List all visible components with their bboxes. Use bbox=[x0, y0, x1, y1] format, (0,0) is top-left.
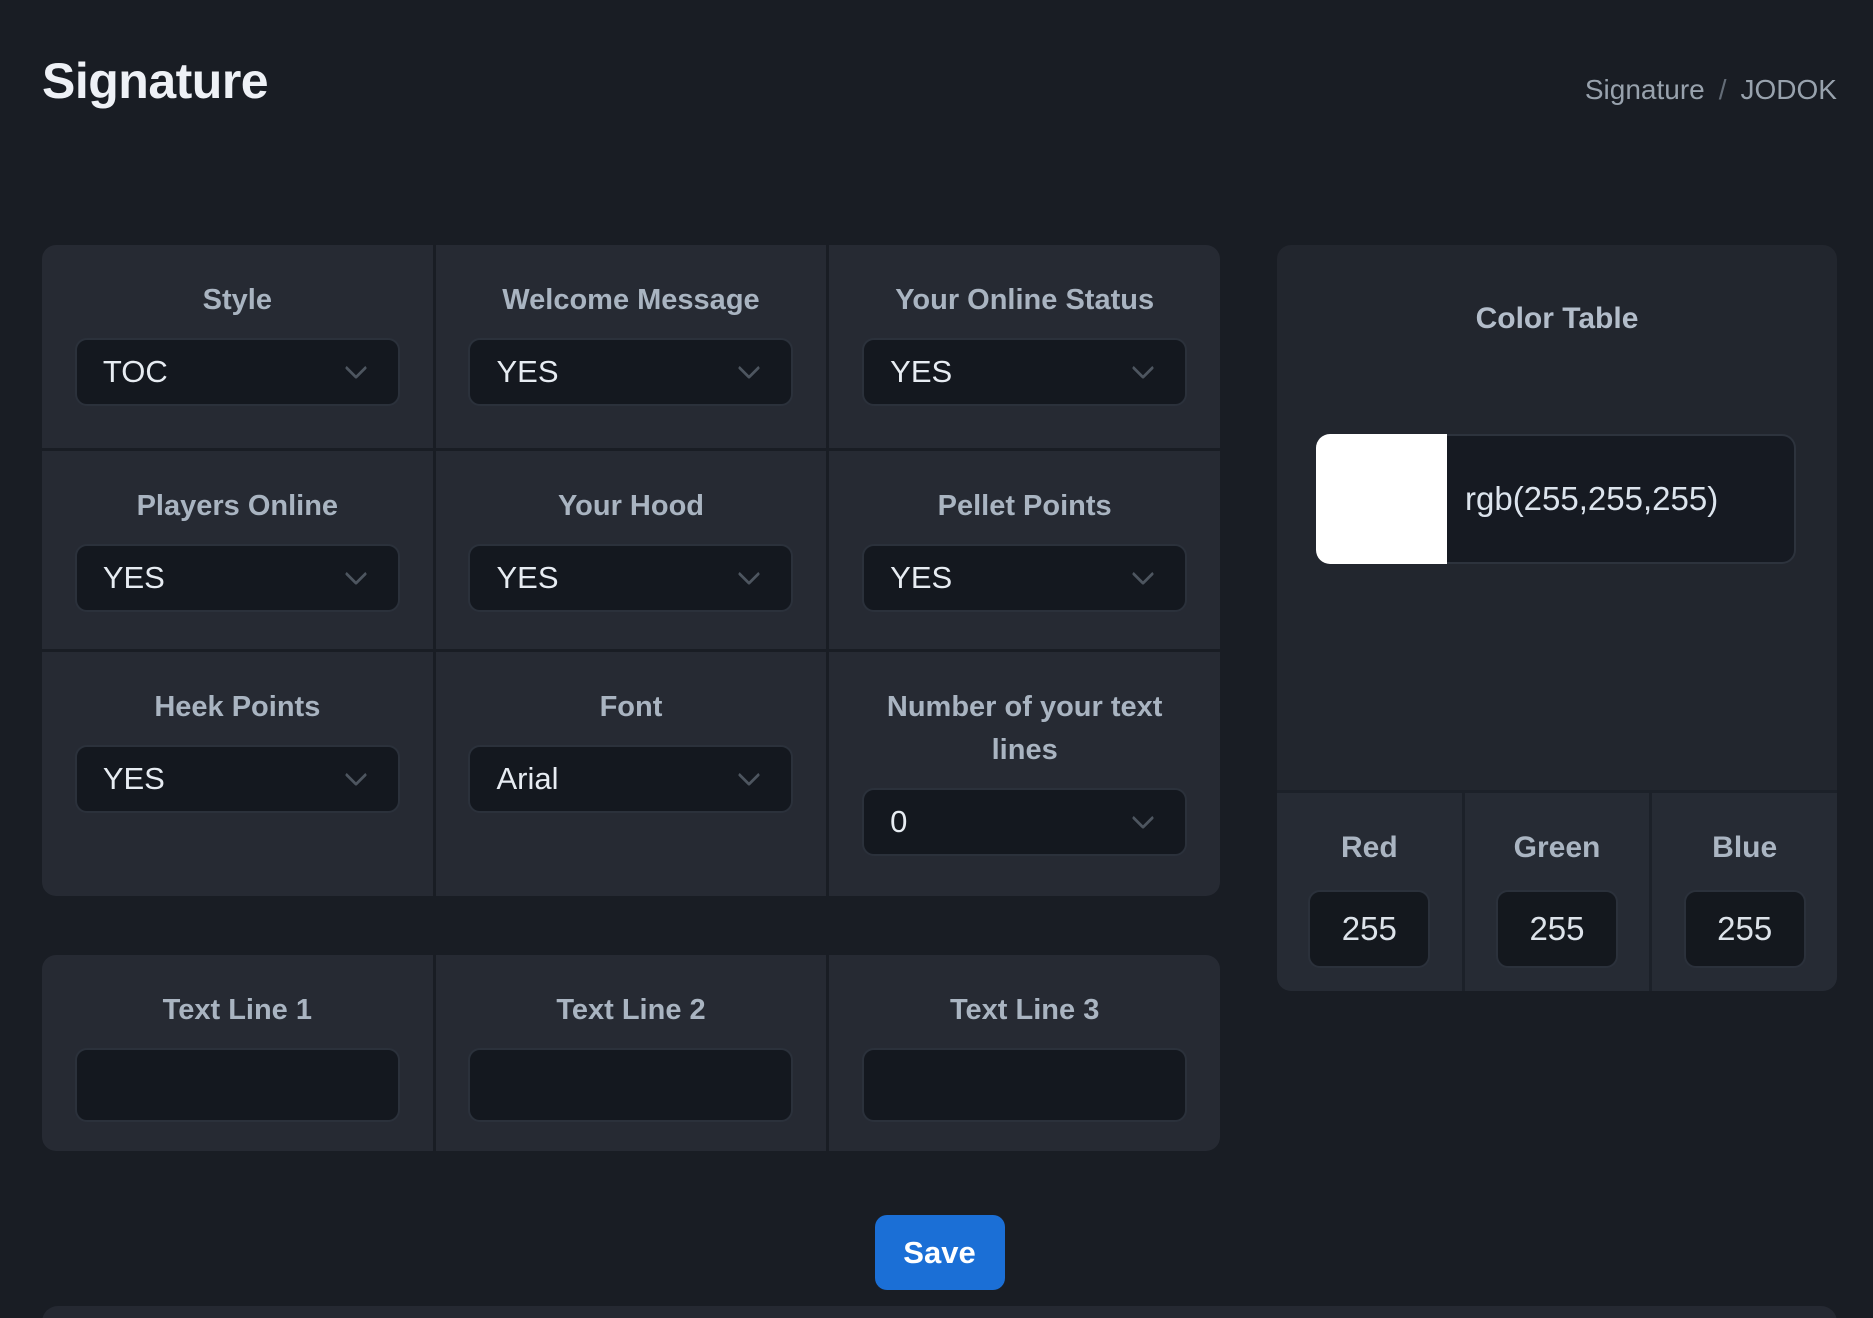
page-header: Signature Signature / JODOK bbox=[42, 52, 1837, 110]
chevron-down-icon bbox=[345, 357, 368, 380]
field-welcome-message: Welcome Message YES bbox=[436, 245, 827, 448]
red-channel-input[interactable] bbox=[1308, 890, 1430, 968]
chevron-down-icon bbox=[738, 764, 761, 787]
welcome-message-select[interactable]: YES bbox=[468, 338, 793, 406]
breadcrumb-item-jodok[interactable]: JODOK bbox=[1741, 74, 1837, 106]
channel-green: Green bbox=[1465, 793, 1650, 991]
field-style: Style TOC bbox=[42, 245, 433, 448]
players-online-select[interactable]: YES bbox=[75, 544, 400, 612]
main-columns: Style TOC Welcome Message YES Your Onlin… bbox=[42, 245, 1837, 1151]
channel-label: Red bbox=[1341, 831, 1398, 865]
channel-label: Green bbox=[1514, 831, 1601, 865]
breadcrumb: Signature / JODOK bbox=[1585, 74, 1837, 110]
text-line-1-input[interactable] bbox=[75, 1048, 400, 1122]
pellet-points-select-value: YES bbox=[890, 560, 952, 596]
chevron-down-icon bbox=[345, 764, 368, 787]
breadcrumb-item-signature[interactable]: Signature bbox=[1585, 74, 1705, 106]
field-label: Text Line 3 bbox=[950, 989, 1099, 1032]
field-label: Pellet Points bbox=[938, 485, 1112, 528]
text-lines-panel: Text Line 1 Text Line 2 Text Line 3 bbox=[42, 955, 1220, 1151]
color-table-panel: Color Table rgb(255,255,255) Red Green bbox=[1277, 245, 1837, 991]
chevron-down-icon bbox=[345, 563, 368, 586]
online-status-select[interactable]: YES bbox=[862, 338, 1187, 406]
color-preview-row: rgb(255,255,255) bbox=[1316, 434, 1796, 564]
your-hood-select[interactable]: YES bbox=[468, 544, 793, 612]
chevron-down-icon bbox=[1132, 357, 1155, 380]
field-text-line-2: Text Line 2 bbox=[436, 955, 827, 1151]
text-lines-count-select[interactable]: 0 bbox=[862, 788, 1187, 856]
chevron-down-icon bbox=[1132, 563, 1155, 586]
style-select-value: TOC bbox=[103, 354, 168, 390]
footer-card-edge bbox=[42, 1306, 1837, 1318]
field-label: Text Line 2 bbox=[556, 989, 705, 1032]
save-button[interactable]: Save bbox=[875, 1215, 1005, 1290]
field-label: Welcome Message bbox=[502, 279, 759, 322]
font-select-value: Arial bbox=[496, 761, 558, 797]
rgb-value-text: rgb(255,255,255) bbox=[1465, 480, 1718, 518]
text-line-2-input[interactable] bbox=[468, 1048, 793, 1122]
style-select[interactable]: TOC bbox=[75, 338, 400, 406]
text-lines-count-select-value: 0 bbox=[890, 804, 907, 840]
field-label: Style bbox=[203, 279, 272, 322]
color-swatch bbox=[1316, 434, 1447, 564]
channel-red: Red bbox=[1277, 793, 1462, 991]
field-label: Font bbox=[600, 686, 663, 729]
field-label: Your Hood bbox=[558, 485, 704, 528]
color-table-title: Color Table bbox=[1277, 302, 1837, 336]
save-row: Save bbox=[42, 1215, 1837, 1290]
channel-blue: Blue bbox=[1652, 793, 1837, 991]
settings-panel: Style TOC Welcome Message YES Your Onlin… bbox=[42, 245, 1220, 896]
field-pellet-points: Pellet Points YES bbox=[829, 451, 1220, 649]
signature-settings-column: Style TOC Welcome Message YES Your Onlin… bbox=[42, 245, 1220, 1151]
field-label: Text Line 1 bbox=[163, 989, 312, 1032]
breadcrumb-separator: / bbox=[1719, 74, 1727, 106]
field-label: Heek Points bbox=[154, 686, 320, 729]
chevron-down-icon bbox=[738, 563, 761, 586]
field-online-status: Your Online Status YES bbox=[829, 245, 1220, 448]
heek-points-select-value: YES bbox=[103, 761, 165, 797]
chevron-down-icon bbox=[1132, 807, 1155, 830]
field-label: Number of your text lines bbox=[860, 686, 1190, 772]
heek-points-select[interactable]: YES bbox=[75, 745, 400, 813]
font-select[interactable]: Arial bbox=[468, 745, 793, 813]
field-text-line-1: Text Line 1 bbox=[42, 955, 433, 1151]
field-text-line-3: Text Line 3 bbox=[829, 955, 1220, 1151]
players-online-select-value: YES bbox=[103, 560, 165, 596]
page-title: Signature bbox=[42, 52, 268, 110]
your-hood-select-value: YES bbox=[496, 560, 558, 596]
online-status-select-value: YES bbox=[890, 354, 952, 390]
pellet-points-select[interactable]: YES bbox=[862, 544, 1187, 612]
color-table-column: Color Table rgb(255,255,255) Red Green bbox=[1277, 245, 1837, 1151]
field-label: Players Online bbox=[137, 485, 339, 528]
field-heek-points: Heek Points YES bbox=[42, 652, 433, 896]
channel-label: Blue bbox=[1712, 831, 1777, 865]
blue-channel-input[interactable] bbox=[1684, 890, 1806, 968]
field-your-hood: Your Hood YES bbox=[436, 451, 827, 649]
text-line-3-input[interactable] bbox=[862, 1048, 1187, 1122]
field-label: Your Online Status bbox=[895, 279, 1154, 322]
rgb-value-box: rgb(255,255,255) bbox=[1447, 434, 1796, 564]
field-players-online: Players Online YES bbox=[42, 451, 433, 649]
field-font: Font Arial bbox=[436, 652, 827, 896]
field-text-lines-count: Number of your text lines 0 bbox=[829, 652, 1220, 896]
welcome-message-select-value: YES bbox=[496, 354, 558, 390]
chevron-down-icon bbox=[738, 357, 761, 380]
green-channel-input[interactable] bbox=[1496, 890, 1618, 968]
rgb-channels-row: Red Green Blue bbox=[1277, 790, 1837, 991]
page-content: Signature Signature / JODOK Style TOC We… bbox=[0, 0, 1873, 1318]
